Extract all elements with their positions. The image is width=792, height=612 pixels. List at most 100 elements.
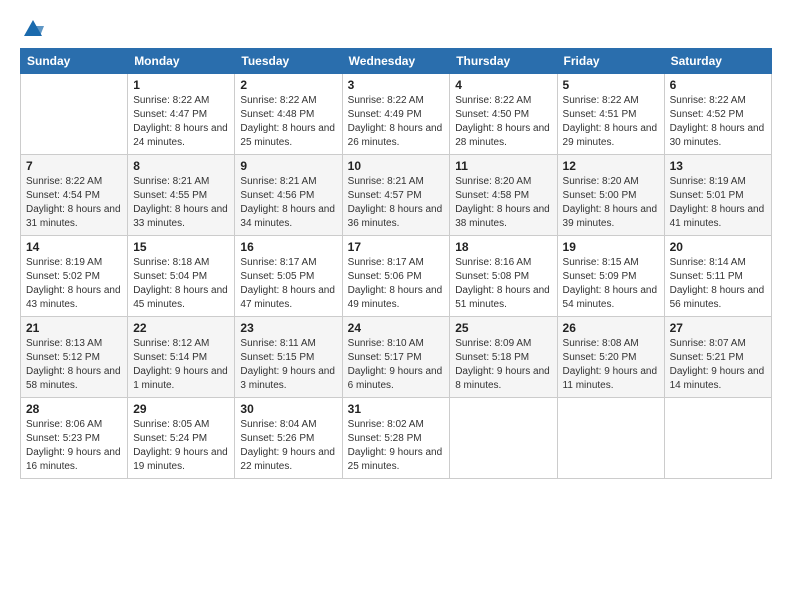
day-info: Sunrise: 8:20 AMSunset: 4:58 PMDaylight:… (455, 175, 551, 231)
day-number: 3 (348, 78, 445, 92)
day-number: 8 (133, 159, 229, 173)
logo-icon (22, 18, 44, 40)
calendar-cell: 5Sunrise: 8:22 AMSunset: 4:51 PMDaylight… (557, 74, 664, 155)
day-number: 13 (670, 159, 766, 173)
day-info: Sunrise: 8:22 AMSunset: 4:52 PMDaylight:… (670, 94, 766, 150)
calendar-cell: 11 Sunrise: 8:20 AMSunset: 4:58 PMDayligh… (450, 155, 557, 236)
day-info: Sunrise: 8:17 AMSunset: 5:06 PMDaylight:… (348, 256, 445, 312)
day-number: 17 (348, 240, 445, 254)
calendar-cell: 6Sunrise: 8:22 AMSunset: 4:52 PMDaylight… (664, 74, 771, 155)
calendar-cell: 21Sunrise: 8:13 AMSunset: 5:12 PMDayligh… (21, 317, 128, 398)
day-number: 14 (26, 240, 122, 254)
day-info: Sunrise: 8:17 AMSunset: 5:05 PMDaylight:… (240, 256, 336, 312)
calendar-cell: 31 Sunrise: 8:02 AMSunset: 5:28 PMDayligh… (342, 398, 450, 479)
day-number: 27 (670, 321, 766, 335)
day-number: 11 (455, 159, 551, 173)
day-info: Sunrise: 8:09 AMSunset: 5:18 PMDaylight:… (455, 337, 551, 393)
calendar-cell: 19 Sunrise: 8:15 AMSunset: 5:09 PMDayligh… (557, 236, 664, 317)
day-number: 25 (455, 321, 551, 335)
day-info: Sunrise: 8:22 AMSunset: 4:49 PMDaylight:… (348, 94, 445, 150)
day-header-sunday: Sunday (21, 49, 128, 74)
day-header-wednesday: Wednesday (342, 49, 450, 74)
calendar-cell: 16 Sunrise: 8:17 AMSunset: 5:05 PMDayligh… (235, 236, 342, 317)
calendar-cell: 24 Sunrise: 8:10 AMSunset: 5:17 PMDayligh… (342, 317, 450, 398)
day-info: Sunrise: 8:08 AMSunset: 5:20 PMDaylight:… (563, 337, 659, 393)
calendar-cell (664, 398, 771, 479)
day-info: Sunrise: 8:19 AMSunset: 5:01 PMDaylight:… (670, 175, 766, 231)
day-number: 2 (240, 78, 336, 92)
calendar-cell: 9Sunrise: 8:21 AMSunset: 4:56 PMDaylight… (235, 155, 342, 236)
day-header-monday: Monday (128, 49, 235, 74)
day-number: 9 (240, 159, 336, 173)
day-info: Sunrise: 8:20 AMSunset: 5:00 PMDaylight:… (563, 175, 659, 231)
day-number: 7 (26, 159, 122, 173)
day-number: 10 (348, 159, 445, 173)
day-number: 31 (348, 402, 445, 416)
day-info: Sunrise: 8:04 AMSunset: 5:26 PMDaylight:… (240, 418, 336, 474)
logo (20, 18, 44, 40)
day-number: 12 (563, 159, 659, 173)
day-number: 28 (26, 402, 122, 416)
day-info: Sunrise: 8:22 AMSunset: 4:54 PMDaylight:… (26, 175, 122, 231)
day-info: Sunrise: 8:12 AMSunset: 5:14 PMDaylight:… (133, 337, 229, 393)
calendar-cell: 15 Sunrise: 8:18 AMSunset: 5:04 PMDayligh… (128, 236, 235, 317)
day-number: 29 (133, 402, 229, 416)
day-number: 18 (455, 240, 551, 254)
day-info: Sunrise: 8:19 AMSunset: 5:02 PMDaylight:… (26, 256, 122, 312)
day-info: Sunrise: 8:15 AMSunset: 5:09 PMDaylight:… (563, 256, 659, 312)
day-info: Sunrise: 8:06 AMSunset: 5:23 PMDaylight:… (26, 418, 122, 474)
calendar-cell: 10 Sunrise: 8:21 AMSunset: 4:57 PMDayligh… (342, 155, 450, 236)
calendar-cell: 4 Sunrise: 8:22 AMSunset: 4:50 PMDaylight… (450, 74, 557, 155)
calendar-cell: 23Sunrise: 8:11 AMSunset: 5:15 PMDayligh… (235, 317, 342, 398)
calendar-cell: 2 Sunrise: 8:22 AMSunset: 4:48 PMDaylight… (235, 74, 342, 155)
day-info: Sunrise: 8:07 AMSunset: 5:21 PMDaylight:… (670, 337, 766, 393)
day-info: Sunrise: 8:05 AMSunset: 5:24 PMDaylight:… (133, 418, 229, 474)
day-info: Sunrise: 8:18 AMSunset: 5:04 PMDaylight:… (133, 256, 229, 312)
day-info: Sunrise: 8:13 AMSunset: 5:12 PMDaylight:… (26, 337, 122, 393)
header (20, 18, 772, 40)
day-number: 4 (455, 78, 551, 92)
day-number: 20 (670, 240, 766, 254)
day-header-saturday: Saturday (664, 49, 771, 74)
day-info: Sunrise: 8:16 AMSunset: 5:08 PMDaylight:… (455, 256, 551, 312)
day-info: Sunrise: 8:21 AMSunset: 4:57 PMDaylight:… (348, 175, 445, 231)
day-info: Sunrise: 8:21 AMSunset: 4:55 PMDaylight:… (133, 175, 229, 231)
calendar-cell: 25 Sunrise: 8:09 AMSunset: 5:18 PMDayligh… (450, 317, 557, 398)
day-number: 30 (240, 402, 336, 416)
day-info: Sunrise: 8:02 AMSunset: 5:28 PMDaylight:… (348, 418, 445, 474)
day-number: 15 (133, 240, 229, 254)
day-number: 1 (133, 78, 229, 92)
calendar-cell: 12 Sunrise: 8:20 AMSunset: 5:00 PMDayligh… (557, 155, 664, 236)
day-number: 16 (240, 240, 336, 254)
calendar-cell: 28 Sunrise: 8:06 AMSunset: 5:23 PMDayligh… (21, 398, 128, 479)
calendar-cell: 30 Sunrise: 8:04 AMSunset: 5:26 PMDayligh… (235, 398, 342, 479)
day-info: Sunrise: 8:11 AMSunset: 5:15 PMDaylight:… (240, 337, 336, 393)
calendar-cell: 27 Sunrise: 8:07 AMSunset: 5:21 PMDayligh… (664, 317, 771, 398)
day-info: Sunrise: 8:10 AMSunset: 5:17 PMDaylight:… (348, 337, 445, 393)
calendar-cell: 29 Sunrise: 8:05 AMSunset: 5:24 PMDayligh… (128, 398, 235, 479)
calendar-cell: 13 Sunrise: 8:19 AMSunset: 5:01 PMDayligh… (664, 155, 771, 236)
day-info: Sunrise: 8:14 AMSunset: 5:11 PMDaylight:… (670, 256, 766, 312)
calendar-cell: 26 Sunrise: 8:08 AMSunset: 5:20 PMDayligh… (557, 317, 664, 398)
calendar-cell: 8 Sunrise: 8:21 AMSunset: 4:55 PMDaylight… (128, 155, 235, 236)
calendar-table: SundayMondayTuesdayWednesdayThursdayFrid… (20, 48, 772, 479)
calendar-cell: 3 Sunrise: 8:22 AMSunset: 4:49 PMDaylight… (342, 74, 450, 155)
day-header-tuesday: Tuesday (235, 49, 342, 74)
day-info: Sunrise: 8:22 AMSunset: 4:48 PMDaylight:… (240, 94, 336, 150)
calendar-cell: 22 Sunrise: 8:12 AMSunset: 5:14 PMDayligh… (128, 317, 235, 398)
calendar-cell: 18 Sunrise: 8:16 AMSunset: 5:08 PMDayligh… (450, 236, 557, 317)
day-header-thursday: Thursday (450, 49, 557, 74)
day-number: 19 (563, 240, 659, 254)
calendar-cell: 1 Sunrise: 8:22 AMSunset: 4:47 PMDaylight… (128, 74, 235, 155)
calendar-cell: 7 Sunrise: 8:22 AMSunset: 4:54 PMDaylight… (21, 155, 128, 236)
calendar-cell (450, 398, 557, 479)
day-number: 5 (563, 78, 659, 92)
day-info: Sunrise: 8:22 AMSunset: 4:47 PMDaylight:… (133, 94, 229, 150)
day-number: 24 (348, 321, 445, 335)
day-number: 22 (133, 321, 229, 335)
page: SundayMondayTuesdayWednesdayThursdayFrid… (0, 0, 792, 612)
day-number: 26 (563, 321, 659, 335)
calendar-cell: 14 Sunrise: 8:19 AMSunset: 5:02 PMDayligh… (21, 236, 128, 317)
day-info: Sunrise: 8:22 AMSunset: 4:50 PMDaylight:… (455, 94, 551, 150)
calendar-cell (557, 398, 664, 479)
